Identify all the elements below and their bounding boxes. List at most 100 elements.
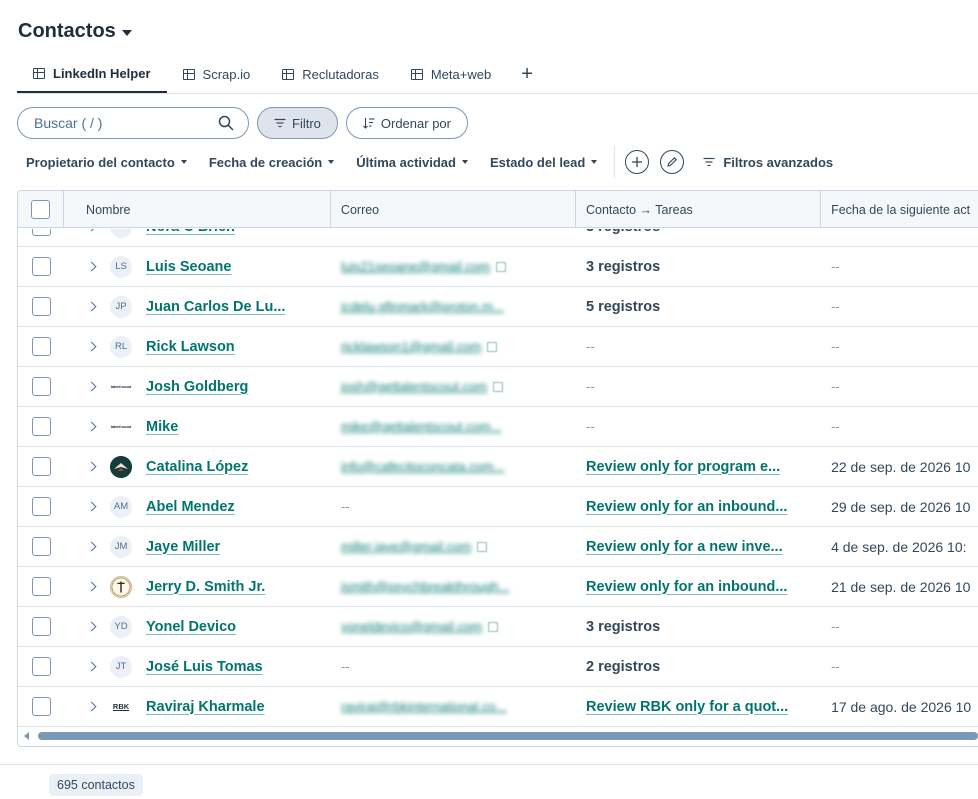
external-link-icon[interactable] — [487, 341, 498, 352]
task-link[interactable]: Review only for program e... — [586, 459, 780, 475]
chevron-right-icon[interactable] — [86, 501, 97, 512]
contact-name-link[interactable]: Yonel Devico — [146, 619, 236, 635]
chevron-right-icon[interactable] — [86, 301, 97, 312]
chevron-right-icon[interactable] — [86, 541, 97, 552]
tab-meta-web[interactable]: Meta+web — [395, 56, 507, 93]
scrollbar-thumb[interactable] — [38, 732, 978, 740]
lead-status-filter[interactable]: Estado del lead — [481, 155, 610, 170]
chevron-right-icon[interactable] — [86, 229, 97, 232]
page-title-dropdown[interactable]: Contactos — [18, 20, 132, 43]
contact-name-link[interactable]: Abel Mendez — [146, 499, 235, 515]
chevron-right-icon[interactable] — [86, 701, 97, 712]
chevron-right-icon[interactable] — [86, 421, 97, 432]
name-cell: LS Luis Seoane — [64, 247, 331, 287]
email-link[interactable]: miller.jaye@gmail.com — [341, 539, 471, 554]
sort-button[interactable]: Ordenar por — [345, 107, 468, 139]
email-link[interactable]: jcdelu.gfinmark@proton.m... — [341, 299, 504, 314]
row-checkbox-cell — [18, 567, 64, 607]
row-checkbox-cell — [18, 327, 64, 367]
tab-linkedin-helper[interactable]: LinkedIn Helper — [17, 56, 167, 93]
email-link[interactable]: jsmith@psychbreakthrough... — [341, 579, 510, 594]
filter-button[interactable]: Filtro — [257, 107, 338, 139]
contact-name-link[interactable]: Luis Seoane — [146, 259, 231, 275]
task-count[interactable]: 3 registros — [586, 229, 660, 235]
owner-filter[interactable]: Propietario del contacto — [17, 155, 200, 170]
external-link-icon[interactable] — [477, 541, 488, 552]
tab-reclutadoras[interactable]: Reclutadoras — [266, 56, 395, 93]
contact-name-link[interactable]: Nora O'Brien — [146, 229, 235, 235]
divider — [0, 764, 978, 765]
external-link-icon[interactable] — [493, 381, 504, 392]
row-checkbox[interactable] — [31, 377, 51, 396]
row-checkbox[interactable] — [31, 229, 51, 236]
row-checkbox[interactable] — [31, 337, 51, 356]
edit-filters-button[interactable] — [660, 150, 685, 174]
task-link[interactable]: Review only for an inbound... — [586, 499, 787, 515]
chevron-right-icon[interactable] — [86, 341, 97, 352]
chevron-right-icon[interactable] — [86, 581, 97, 592]
avatar: YD — [110, 615, 133, 638]
email-link[interactable]: josh@gettalentscout.com — [341, 379, 487, 394]
row-checkbox[interactable] — [31, 657, 51, 676]
chevron-right-icon[interactable] — [86, 661, 97, 672]
contact-name-link[interactable]: Mike — [146, 419, 178, 435]
tasks-cell: Review only for an inbound... — [576, 487, 821, 527]
tasks-cell: 3 registros — [576, 607, 821, 647]
chevron-right-icon[interactable] — [86, 381, 97, 392]
contact-name-link[interactable]: Juan Carlos De Lu... — [146, 299, 285, 315]
column-header-tasks[interactable]: Contacto → Tareas — [576, 191, 822, 228]
row-checkbox[interactable] — [31, 577, 51, 596]
view-tabs: LinkedIn Helper Scrap.io Reclutadoras Me… — [17, 56, 978, 94]
email-link[interactable]: mike@gettalentscout.com... — [341, 419, 502, 434]
contact-name-link[interactable]: Rick Lawson — [146, 339, 235, 355]
row-checkbox[interactable] — [31, 617, 51, 636]
chevron-right-icon[interactable] — [86, 461, 97, 472]
chevron-right-icon[interactable] — [86, 621, 97, 632]
contact-name-link[interactable]: Josh Goldberg — [146, 379, 248, 395]
column-header-email[interactable]: Correo — [331, 191, 576, 228]
row-checkbox[interactable] — [31, 417, 51, 436]
next-activity-cell: -- — [821, 229, 978, 247]
task-count[interactable]: 2 registros — [586, 659, 660, 675]
contacts-table: Nombre Correo Contacto → Tareas Fecha de… — [17, 190, 978, 747]
contact-name-link[interactable]: Catalina López — [146, 459, 248, 475]
chevron-right-icon[interactable] — [86, 261, 97, 272]
search-icon[interactable] — [218, 115, 234, 131]
select-all-checkbox[interactable] — [31, 200, 51, 219]
external-link-icon[interactable] — [488, 621, 499, 632]
task-link[interactable]: Review only for a new inve... — [586, 539, 783, 555]
external-link-icon[interactable] — [496, 261, 506, 272]
email-link[interactable]: luis21seoane@gmail.com — [341, 259, 490, 274]
contact-name-link[interactable]: Jerry D. Smith Jr. — [146, 579, 265, 595]
task-count[interactable]: 3 registros — [586, 259, 660, 275]
task-link[interactable]: Review only for an inbound... — [586, 579, 787, 595]
tab-scrap-io[interactable]: Scrap.io — [167, 56, 267, 93]
row-checkbox[interactable] — [31, 697, 51, 716]
last-activity-filter[interactable]: Última actividad — [347, 155, 481, 170]
column-header-name[interactable]: Nombre — [64, 191, 331, 228]
email-link[interactable]: raviraj@rbkinternational.co... — [341, 699, 507, 714]
email-link[interactable]: info@cafecitoconcata.com... — [341, 459, 505, 474]
search-input[interactable] — [34, 115, 204, 131]
email-link[interactable]: yoneldevico@gmail.com — [341, 619, 482, 634]
task-link[interactable]: Review RBK only for a quot... — [586, 699, 788, 715]
advanced-filters-button[interactable]: Filtros avanzados — [703, 155, 833, 170]
contact-name-link[interactable]: José Luis Tomas — [146, 659, 263, 675]
contact-name-link[interactable]: Jaye Miller — [146, 539, 220, 555]
task-count[interactable]: 5 registros — [586, 299, 660, 315]
add-filter-button[interactable] — [625, 150, 650, 174]
row-checkbox[interactable] — [31, 537, 51, 556]
horizontal-scrollbar[interactable] — [22, 730, 978, 742]
add-view-button[interactable]: + — [507, 56, 547, 93]
contact-name-link[interactable]: Raviraj Kharmale — [146, 699, 264, 715]
row-checkbox[interactable] — [31, 257, 51, 276]
created-date-filter[interactable]: Fecha de creación — [200, 155, 347, 170]
column-header-next-activity[interactable]: Fecha de la siguiente act — [821, 191, 978, 228]
email-link[interactable]: ricklawson1@gmail.com — [341, 339, 481, 354]
task-count[interactable]: 3 registros — [586, 619, 660, 635]
row-checkbox[interactable] — [31, 457, 51, 476]
scroll-left-icon[interactable] — [24, 732, 29, 740]
next-activity-cell: 22 de sep. de 2026 10 — [821, 447, 978, 487]
row-checkbox[interactable] — [31, 497, 51, 516]
row-checkbox[interactable] — [31, 297, 51, 316]
